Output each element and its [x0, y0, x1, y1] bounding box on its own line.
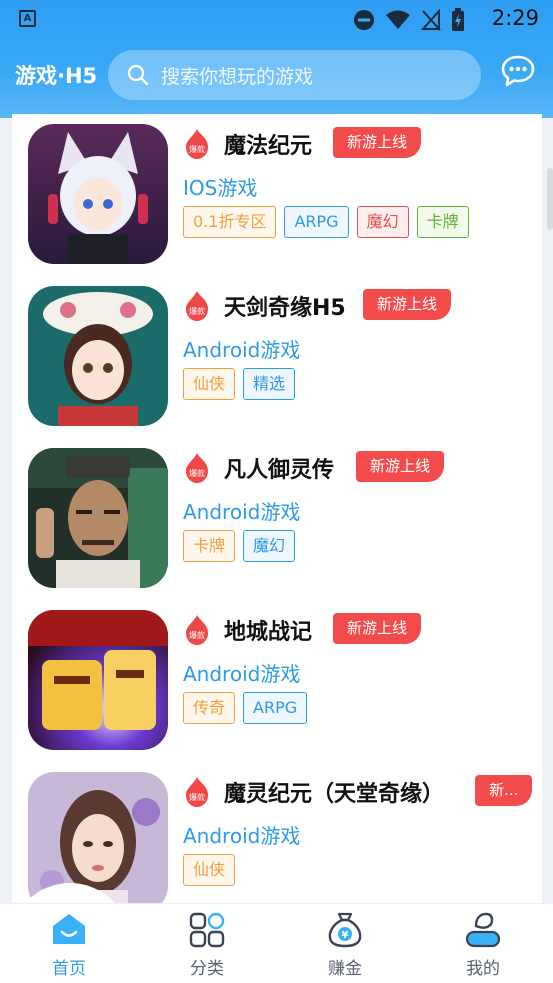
search-input[interactable]: 搜索你想玩的游戏 — [108, 50, 481, 100]
game-list-item[interactable]: 爆款 凡人御灵传 新游上线 Android游戏 卡牌 魔幻 — [12, 438, 542, 600]
svg-text:爆款: 爆款 — [189, 630, 205, 640]
game-list-item[interactable]: 爆款 魔法纪元 新游上线 IOS游戏 0.1折专区 ARPG 魔幻 卡牌 — [12, 114, 542, 276]
game-list-item[interactable]: 爆款 天剑奇缘H5 新游上线 Android游戏 仙侠 精选 — [12, 276, 542, 438]
new-game-badge: 新游上线 — [356, 451, 445, 482]
bottom-nav: 首页 分类 ¥ 赚金 我的 — [0, 903, 553, 983]
nav-label: 赚金 — [328, 959, 362, 979]
game-tag[interactable]: 魔幻 — [356, 206, 409, 238]
app-notification-icon: A — [19, 10, 36, 27]
game-tags: 仙侠 精选 — [183, 368, 296, 400]
game-tag[interactable]: 仙侠 — [183, 368, 236, 400]
game-tag[interactable]: ARPG — [243, 692, 308, 724]
game-tag[interactable]: 传奇 — [183, 692, 236, 724]
new-game-badge: 新游上线 — [363, 289, 452, 320]
game-list-item[interactable]: 爆款 地城战记 新游上线 Android游戏 传奇 ARPG — [12, 600, 542, 762]
new-game-badge: 新游上线 — [333, 613, 422, 644]
game-platform: Android游戏 — [183, 500, 301, 524]
user-icon — [465, 912, 501, 948]
game-tag[interactable]: 卡牌 — [183, 530, 236, 562]
game-tag[interactable]: 仙侠 — [183, 854, 236, 886]
svg-text:爆款: 爆款 — [189, 144, 205, 154]
header: A 2:29 游戏·H5 搜索你想玩的游戏 — [0, 0, 553, 118]
hot-badge-icon: 爆款 — [186, 453, 208, 483]
new-game-badge: 新游上线 — [333, 127, 422, 158]
nav-item-earn[interactable]: ¥ 赚金 — [276, 904, 414, 983]
app-brand: 游戏·H5 — [15, 64, 98, 88]
do-not-disturb-icon — [354, 10, 374, 30]
app-screen: A 2:29 游戏·H5 搜索你想玩的游戏 爆款 魔法纪元 新游上线 IOS游戏… — [0, 0, 553, 983]
search-placeholder: 搜索你想玩的游戏 — [161, 66, 314, 88]
nav-item-home[interactable]: 首页 — [0, 904, 138, 983]
game-platform: Android游戏 — [183, 338, 301, 362]
home-icon — [53, 914, 85, 944]
game-list: 爆款 魔法纪元 新游上线 IOS游戏 0.1折专区 ARPG 魔幻 卡牌 爆款 … — [12, 114, 542, 914]
game-title[interactable]: 地城战记 — [224, 614, 312, 646]
svg-text:爆款: 爆款 — [189, 792, 205, 802]
game-tag[interactable]: 精选 — [243, 368, 296, 400]
hot-badge-icon: 爆款 — [186, 615, 208, 645]
wifi-icon — [386, 10, 410, 29]
svg-text:爆款: 爆款 — [189, 306, 205, 316]
battery-charging-icon — [452, 8, 464, 31]
game-platform: Android游戏 — [183, 824, 301, 848]
money-bag-icon: ¥ — [328, 912, 362, 948]
game-title[interactable]: 魔法纪元 — [224, 128, 312, 160]
hot-badge-icon: 爆款 — [186, 777, 208, 807]
status-icons — [353, 8, 465, 32]
grid-icon — [189, 912, 225, 948]
no-signal-icon — [421, 9, 441, 31]
nav-item-category[interactable]: 分类 — [138, 904, 276, 983]
new-game-badge: 新... — [475, 775, 533, 806]
svg-text:爆款: 爆款 — [189, 468, 205, 478]
game-thumbnail[interactable] — [28, 610, 168, 750]
game-thumbnail[interactable] — [28, 448, 168, 588]
hot-badge-icon: 爆款 — [186, 129, 208, 159]
game-tag[interactable]: ARPG — [284, 206, 349, 238]
nav-label: 分类 — [190, 959, 224, 979]
game-tags: 传奇 ARPG — [183, 692, 308, 724]
game-thumbnail[interactable] — [28, 286, 168, 426]
nav-label: 首页 — [52, 959, 86, 979]
game-tags: 仙侠 — [183, 854, 236, 886]
game-platform: Android游戏 — [183, 662, 301, 686]
hot-badge-icon: 爆款 — [186, 291, 208, 321]
game-title[interactable]: 凡人御灵传 — [224, 452, 334, 484]
nav-label: 我的 — [466, 959, 500, 979]
message-icon[interactable] — [501, 55, 535, 87]
search-icon — [127, 64, 149, 86]
game-thumbnail[interactable] — [28, 124, 168, 264]
game-tag[interactable]: 卡牌 — [416, 206, 469, 238]
game-title[interactable]: 魔灵纪元（天堂奇缘） — [224, 776, 444, 808]
svg-text:¥: ¥ — [342, 930, 349, 941]
game-tags: 卡牌 魔幻 — [183, 530, 296, 562]
game-tag[interactable]: 0.1折专区 — [183, 206, 277, 238]
game-title[interactable]: 天剑奇缘H5 — [224, 290, 346, 322]
status-bar: A 2:29 — [0, 0, 553, 38]
scrollbar[interactable] — [547, 168, 553, 230]
nav-item-mine[interactable]: 我的 — [414, 904, 552, 983]
status-time: 2:29 — [491, 6, 539, 30]
game-tags: 0.1折专区 ARPG 魔幻 卡牌 — [183, 206, 469, 238]
game-platform: IOS游戏 — [183, 176, 258, 200]
game-tag[interactable]: 魔幻 — [243, 530, 296, 562]
